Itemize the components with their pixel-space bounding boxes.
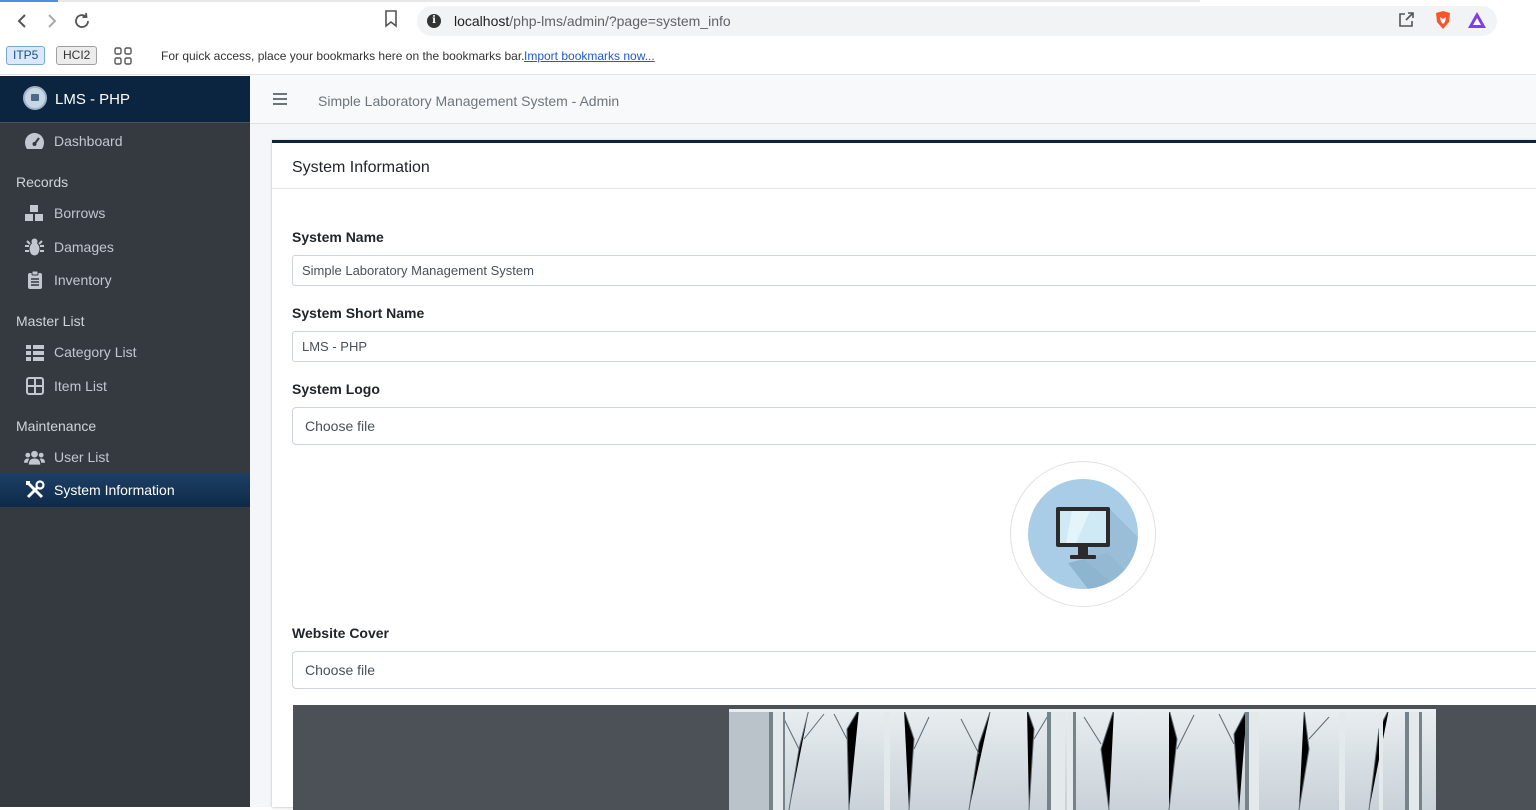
website-cover-label: Website Cover: [292, 625, 389, 641]
bookmarks-hint-text: For quick access, place your bookmarks h…: [161, 49, 525, 63]
sidebar: LMS - PHP Dashboard Records Borrows Dama…: [0, 76, 250, 807]
brand-name: LMS - PHP: [55, 91, 131, 108]
arrow-right-icon: [48, 14, 57, 28]
menu-toggle-button[interactable]: [273, 93, 287, 107]
sidebar-item-item-list[interactable]: Item List: [0, 369, 250, 403]
sidebar-section-records: Records: [16, 174, 69, 190]
clipboard-list-icon: [24, 270, 45, 290]
th-large-icon: [24, 376, 45, 396]
back-button[interactable]: [10, 9, 34, 33]
sidebar-item-label: Borrows: [54, 205, 106, 221]
bug-icon: [24, 237, 45, 257]
brave-rewards-icon[interactable]: [1467, 11, 1487, 29]
reload-icon: [75, 12, 89, 28]
sidebar-item-dashboard[interactable]: Dashboard: [0, 124, 250, 158]
bookmark-folder-itp5[interactable]: ITP5: [6, 46, 46, 65]
sidebar-item-category-list[interactable]: Category List: [0, 335, 250, 369]
website-cover-preview: [293, 705, 1536, 810]
url-text[interactable]: localhost/php-lms/admin/?page=system_inf…: [454, 13, 731, 29]
sidebar-item-damages[interactable]: Damages: [0, 230, 250, 264]
users-icon: [24, 447, 45, 467]
tachometer-icon: [24, 131, 45, 151]
share-icon[interactable]: [1397, 11, 1415, 29]
sidebar-item-label: User List: [54, 449, 110, 465]
address-bar[interactable]: i localhost/php-lms/admin/?page=system_i…: [417, 6, 1497, 36]
system-logo-file-input[interactable]: Choose file: [292, 407, 1536, 445]
system-short-name-label: System Short Name: [292, 305, 425, 321]
site-info-icon[interactable]: i: [427, 14, 441, 28]
bookmark-folder-hci2[interactable]: HCI2: [56, 46, 98, 65]
sidebar-item-label: Dashboard: [54, 133, 123, 149]
cover-image: [729, 709, 1436, 810]
page-load-progress: [0, 0, 1200, 2]
card-title: System Information: [292, 159, 430, 176]
brave-shield-icon[interactable]: [1434, 10, 1452, 30]
arrow-left-icon: [17, 14, 26, 28]
reload-button[interactable]: [70, 9, 94, 33]
website-cover-file-input[interactable]: Choose file: [292, 651, 1536, 689]
top-navbar: Simple Laboratory Management System - Ad…: [250, 76, 1536, 124]
sidebar-section-maintenance: Maintenance: [16, 418, 97, 434]
system-short-name-input[interactable]: LMS - PHP: [292, 331, 1536, 362]
table-list-icon: [24, 342, 45, 362]
forward-button[interactable]: [40, 9, 64, 33]
window-trees-photo: [729, 709, 1436, 810]
system-name-input[interactable]: Simple Laboratory Management System: [292, 255, 1536, 286]
hamburger-icon-line: [273, 103, 287, 105]
system-logo-label: System Logo: [292, 381, 380, 397]
apps-grid-icon[interactable]: [114, 47, 132, 65]
sidebar-section-master-list: Master List: [16, 313, 85, 329]
bookmarks-bar: ITP5 HCI2 For quick access, place your b…: [0, 42, 1536, 75]
monitor-icon: [1056, 507, 1138, 589]
sidebar-item-label: Item List: [54, 378, 107, 394]
boxes-icon: [24, 203, 45, 223]
sidebar-item-label: Category List: [54, 344, 137, 360]
sidebar-item-label: Damages: [54, 239, 114, 255]
sidebar-item-inventory[interactable]: Inventory: [0, 263, 250, 297]
system-logo-preview: [1010, 461, 1156, 607]
system-name-label: System Name: [292, 229, 384, 245]
brand-logo-icon: [23, 86, 47, 110]
sidebar-item-label: Inventory: [54, 272, 112, 288]
browser-toolbar: i localhost/php-lms/admin/?page=system_i…: [0, 0, 1536, 42]
hamburger-icon: [273, 93, 287, 95]
sidebar-item-system-information[interactable]: System Information: [0, 473, 250, 507]
sidebar-item-user-list[interactable]: User List: [0, 440, 250, 474]
system-info-card: System Information System Name Simple La…: [272, 140, 1536, 810]
monitor-logo-image: [1028, 479, 1138, 589]
sidebar-item-borrows[interactable]: Borrows: [0, 196, 250, 230]
sidebar-brand[interactable]: LMS - PHP: [0, 76, 250, 123]
hamburger-icon-line: [273, 98, 287, 100]
sidebar-item-label: System Information: [54, 482, 175, 498]
page-header-title: Simple Laboratory Management System - Ad…: [318, 93, 620, 109]
import-bookmarks-link[interactable]: Import bookmarks now...: [524, 49, 655, 63]
card-header-divider: [272, 188, 1536, 189]
tools-icon: [24, 480, 45, 500]
bookmark-icon[interactable]: [384, 10, 398, 28]
